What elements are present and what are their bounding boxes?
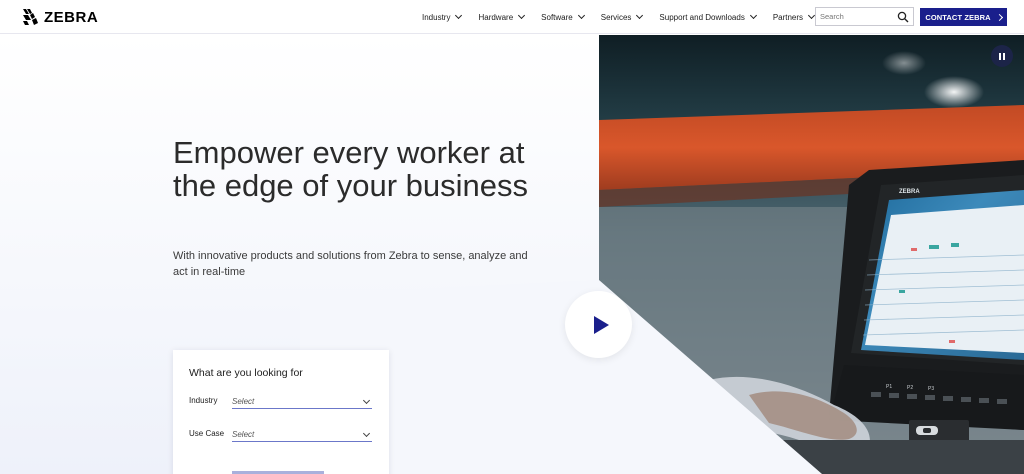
nav-support-and-downloads[interactable]: Support and Downloads: [659, 11, 757, 22]
chevron-down-icon: [455, 11, 463, 20]
use-case-select[interactable]: Select: [232, 428, 372, 442]
chevron-down-icon: [518, 11, 526, 20]
nav-label: Hardware: [478, 12, 514, 22]
svg-text:P1: P1: [886, 384, 892, 390]
search-icon[interactable]: [897, 11, 909, 23]
pause-icon: [1003, 52, 1005, 60]
industry-label: Industry: [189, 396, 218, 405]
play-video-button[interactable]: [565, 291, 632, 358]
finder-card: What are you looking for Industry Select…: [173, 350, 389, 474]
nav-hardware[interactable]: Hardware: [478, 11, 526, 22]
nav-partners[interactable]: Partners: [772, 11, 816, 22]
chevron-down-icon: [362, 396, 371, 404]
chevron-down-icon: [636, 11, 644, 20]
svg-text:ZEBRA: ZEBRA: [899, 189, 920, 195]
chevron-right-icon: [995, 13, 1003, 21]
nav-label: Services: [600, 12, 632, 22]
chevron-down-icon: [362, 429, 371, 437]
svg-text:P3: P3: [928, 386, 934, 392]
hero-photo: ZEBRA P1 P2 P3: [599, 35, 1024, 474]
logo-text: ZEBRA: [44, 8, 99, 26]
pause-button[interactable]: [991, 45, 1013, 67]
chevron-down-icon: [577, 11, 585, 20]
zebra-logo[interactable]: ZEBRA: [22, 8, 98, 26]
nav-label: Software: [541, 12, 573, 22]
use-case-label: Use Case: [189, 429, 225, 438]
nav-software[interactable]: Software: [541, 11, 585, 22]
play-icon: [593, 315, 609, 334]
contact-label: CONTACT ZEBRA: [925, 12, 991, 22]
nav-label: Support and Downloads: [659, 12, 745, 22]
hero-subline: With innovative products and solutions f…: [173, 250, 528, 278]
contact-zebra-button[interactable]: CONTACT ZEBRA: [920, 8, 1007, 26]
nav-services[interactable]: Services: [600, 11, 644, 22]
finder-title: What are you looking for: [189, 367, 303, 379]
nav-label: Industry: [422, 12, 451, 22]
hero-image: ZEBRA P1 P2 P3: [599, 35, 1024, 474]
hero-headline: Empower every worker at the edge of your…: [173, 135, 529, 203]
nav-label: Partners: [772, 12, 804, 22]
svg-text:P2: P2: [907, 385, 913, 391]
main-nav: Industry Hardware Software Services Supp…: [422, 0, 831, 34]
zebra-head-icon: [23, 9, 38, 25]
chevron-down-icon: [749, 11, 757, 20]
search-box: [815, 7, 914, 26]
pause-icon: [999, 52, 1001, 60]
industry-select-value: Select: [232, 397, 255, 406]
site-header: ZEBRA Industry Hardware Software Service…: [0, 0, 1024, 34]
nav-industry[interactable]: Industry: [422, 11, 463, 22]
use-case-select-value: Select: [232, 430, 255, 439]
industry-select[interactable]: Select: [232, 395, 372, 409]
search-input[interactable]: [820, 12, 896, 21]
